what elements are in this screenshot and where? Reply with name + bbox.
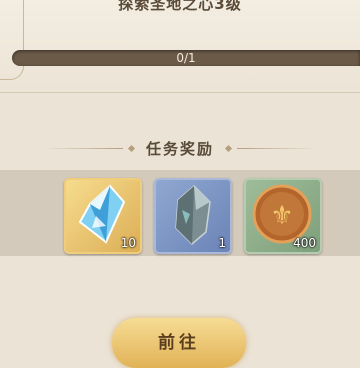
rewards-header: 任务奖励: [0, 136, 360, 160]
go-button-label: 前往: [158, 332, 200, 353]
reward-count: 400: [293, 236, 316, 250]
reward-item-crystal[interactable]: 10: [64, 178, 142, 254]
rewards-title: 任务奖励: [145, 139, 214, 158]
quest-progress-bar: 0/1: [12, 50, 360, 66]
quest-title: 探索圣地之心3级: [118, 0, 242, 13]
ornament-icon: [224, 144, 233, 152]
progress-text: 0/1: [176, 51, 196, 65]
reward-count: 1: [218, 236, 226, 250]
reward-item-coin[interactable]: ⚜ 400: [244, 178, 322, 254]
divider-right: [237, 147, 317, 149]
ornament-icon: [127, 144, 136, 152]
reward-list: 10 1 ⚜ 400: [0, 170, 360, 256]
divider-left: [42, 147, 123, 149]
reward-item-ore[interactable]: 1: [154, 178, 232, 254]
svg-text:⚜: ⚜: [270, 201, 293, 231]
go-button[interactable]: 前往: [112, 318, 246, 368]
quest-panel: 探索圣地之心3级 0/1: [0, 0, 360, 93]
reward-count: 10: [120, 236, 136, 250]
